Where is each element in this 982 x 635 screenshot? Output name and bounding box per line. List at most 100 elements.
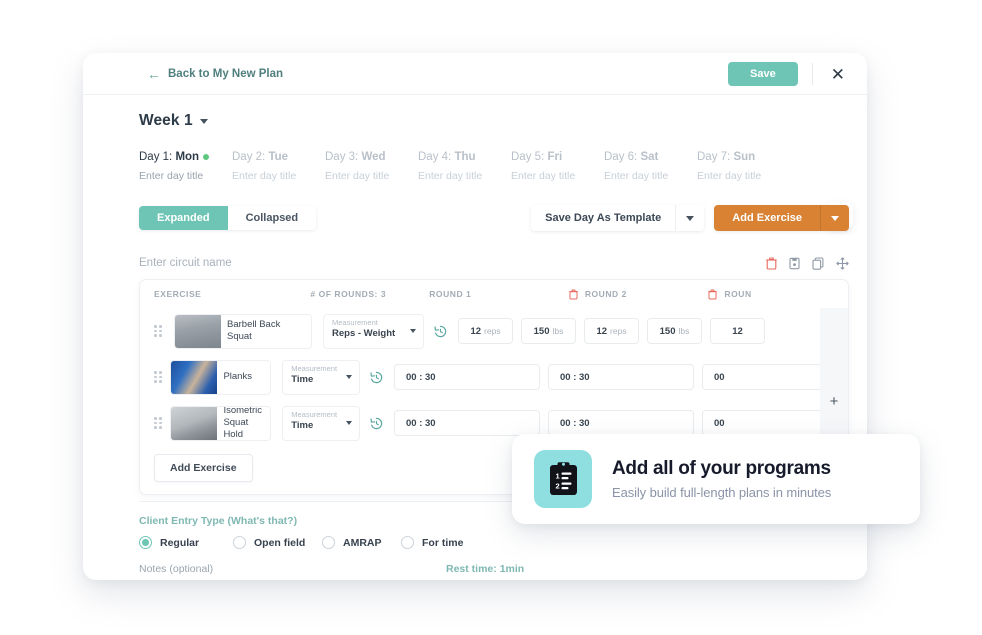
promo-text: Add all of your programs Easily build fu… — [612, 458, 831, 500]
history-icon[interactable] — [433, 324, 448, 339]
history-icon[interactable] — [369, 370, 384, 385]
drag-handle-icon[interactable] — [154, 325, 167, 337]
day-tab-tue[interactable]: Day 2: Tue Enter day title — [232, 151, 325, 182]
day-title-input[interactable]: Enter day title — [511, 170, 604, 182]
move-icon[interactable] — [836, 256, 849, 270]
svg-text:1: 1 — [555, 472, 559, 481]
notes-label: Notes (optional) — [139, 563, 214, 575]
exercise-cell[interactable]: Barbell Back Squat — [174, 313, 312, 349]
measurement-select[interactable]: Measurement Time — [282, 359, 360, 395]
save-circuit-icon[interactable] — [789, 257, 800, 270]
measurement-select[interactable]: Measurement Time — [282, 405, 360, 441]
value-input[interactable]: 00 : 30 — [393, 410, 540, 436]
table-row: Barbell Back Squat Measurement Reps - We… — [140, 308, 848, 354]
back-link-label: Back to My New Plan — [168, 67, 284, 80]
measurement-label: Measurement — [291, 363, 338, 373]
measurement-label: Measurement — [291, 409, 338, 419]
rest-time: Rest time: 1min — [446, 563, 525, 575]
radio-regular[interactable]: Regular — [139, 536, 233, 549]
col-round-3: ROUN — [708, 289, 848, 300]
arrow-left-icon: ← — [147, 65, 161, 82]
top-bar-actions: Save ✕ — [728, 62, 849, 86]
save-day-as-template-button[interactable]: Save Day As Template — [531, 205, 676, 231]
back-to-plan-link[interactable]: ← Back to My New Plan — [147, 67, 283, 81]
measurement-value: Time — [291, 419, 314, 431]
delete-icon[interactable] — [766, 256, 777, 270]
value-input[interactable]: 150 lbs — [647, 318, 702, 344]
value-input[interactable]: 12 reps — [458, 318, 513, 344]
drag-handle-icon[interactable] — [154, 371, 163, 383]
day-title-input[interactable]: Enter day title — [139, 170, 232, 182]
exercise-name: Barbell Back Squat — [227, 319, 281, 342]
value-input[interactable]: 00 : 30 — [547, 364, 694, 390]
week-selector[interactable]: Week 1 — [139, 112, 867, 130]
save-button[interactable]: Save — [728, 62, 798, 86]
measurement-select[interactable]: Measurement Reps - Weight — [323, 313, 424, 349]
radio-amrap[interactable]: AMRAP — [322, 536, 401, 549]
svg-text:2: 2 — [555, 482, 559, 491]
day-label: Day 2: Tue — [232, 151, 289, 163]
add-exercise-dropdown-button[interactable] — [820, 205, 849, 231]
day-title-input[interactable]: Enter day title — [325, 170, 418, 182]
day-actions: Save Day As Template Add Exercise — [531, 205, 849, 231]
chevron-down-icon[interactable] — [199, 118, 208, 124]
day-label: Day 7: Sun — [697, 151, 756, 163]
measurement-value: Time — [291, 373, 314, 385]
circuit-header: Enter circuit name — [139, 256, 849, 270]
exercise-thumbnail — [171, 360, 218, 394]
tab-expanded[interactable]: Expanded — [139, 206, 228, 230]
add-exercise-split: Add Exercise — [714, 205, 849, 231]
circuit-toolbar — [766, 256, 849, 270]
day-title-input[interactable]: Enter day title — [232, 170, 325, 182]
days-row: Day 1: Mon Enter day title Day 2: Tue En… — [139, 151, 867, 229]
radio-for-time[interactable]: For time — [401, 536, 463, 549]
history-icon[interactable] — [369, 416, 384, 431]
day-title-input[interactable]: Enter day title — [604, 170, 697, 182]
measurement-value: Reps - Weight — [332, 327, 396, 339]
add-exercise-button[interactable]: Add Exercise — [714, 205, 820, 231]
value-input[interactable]: 00 : 30 — [547, 410, 694, 436]
divider — [811, 63, 813, 85]
client-entry-radios: Regular Open field AMRAP For time — [139, 536, 867, 549]
day-title-input[interactable]: Enter day title — [418, 170, 511, 182]
radio-dot — [401, 536, 414, 549]
day-tab-mon[interactable]: Day 1: Mon Enter day title — [139, 151, 232, 182]
exercise-cell[interactable]: Isometric Squat Hold — [170, 405, 272, 441]
day-title-input[interactable]: Enter day title — [697, 170, 790, 182]
exercise-thumbnail — [171, 406, 218, 440]
day-tab-thu[interactable]: Day 4: Thu Enter day title — [418, 151, 511, 182]
day-label: Day 4: Thu — [418, 151, 476, 163]
radio-open-field[interactable]: Open field — [233, 536, 322, 549]
save-template-dropdown-button[interactable] — [675, 205, 705, 231]
duplicate-icon[interactable] — [812, 256, 824, 270]
screenshot-root: ‹ ← Back to My New Plan Save ✕ Week 1 — [0, 0, 982, 635]
tab-collapsed[interactable]: Collapsed — [227, 206, 317, 230]
day-tab-sat[interactable]: Day 6: Sat Enter day title — [604, 151, 697, 182]
chevron-down-icon — [345, 420, 352, 425]
day-tab-sun[interactable]: Day 7: Sun Enter day title — [697, 151, 790, 182]
radio-dot — [139, 536, 152, 549]
exercise-cell[interactable]: Planks — [170, 359, 272, 395]
value-input[interactable]: 12 — [710, 318, 765, 344]
value-input[interactable]: 00 : 30 — [393, 364, 540, 390]
day-label: Day 1: Mon — [139, 151, 232, 163]
day-tab-fri[interactable]: Day 5: Fri Enter day title — [511, 151, 604, 182]
whats-that-link[interactable]: (What's that?) — [228, 515, 298, 527]
top-bar: ← Back to My New Plan Save ✕ — [83, 53, 867, 95]
day-tab-wed[interactable]: Day 3: Wed Enter day title — [325, 151, 418, 182]
table-header: EXERCISE # OF ROUNDS: 3 ROUND 1 ROUND 2 — [140, 280, 848, 308]
close-icon[interactable]: ✕ — [827, 66, 849, 83]
col-round-1: ROUND 1 — [429, 289, 472, 299]
round-cells: 00 : 30 00 : 30 00 — [393, 364, 848, 390]
exercise-name: Planks — [223, 371, 252, 383]
exercise-name: Isometric Squat Hold — [223, 405, 262, 440]
delete-round-icon[interactable] — [708, 289, 718, 300]
measurement-label: Measurement — [332, 317, 378, 327]
circuit-name-input[interactable]: Enter circuit name — [139, 257, 232, 269]
add-exercise-inline-button[interactable]: Add Exercise — [154, 454, 253, 482]
delete-round-icon[interactable] — [569, 289, 578, 300]
drag-handle-icon[interactable] — [154, 417, 163, 429]
plus-icon: + — [829, 392, 839, 410]
value-input[interactable]: 150 lbs — [521, 318, 576, 344]
value-input[interactable]: 12 reps — [584, 318, 639, 344]
